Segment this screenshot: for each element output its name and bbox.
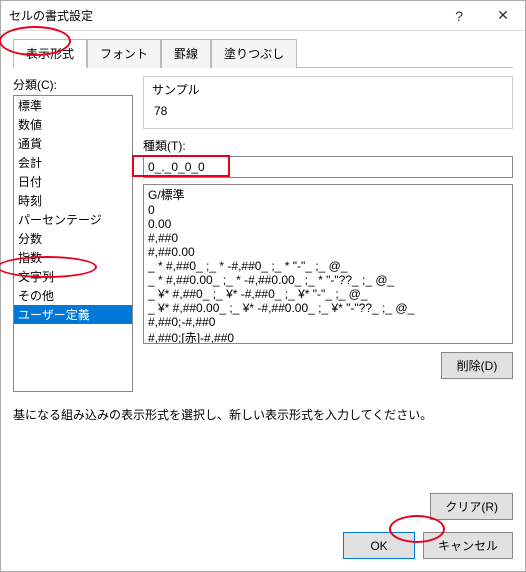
tab-fill[interactable]: 塗りつぶし xyxy=(211,39,297,68)
format-item[interactable]: _ ¥* #,##0.00_ ;_ ¥* -#,##0.00_ ;_ ¥* "-… xyxy=(144,301,512,315)
client-area: 表示形式 フォント 罫線 塗りつぶし 分類(C): 標準数値通貨会計日付時刻パー… xyxy=(1,31,525,571)
format-item[interactable]: #,##0.00 xyxy=(144,245,512,259)
format-item[interactable]: 0.00 xyxy=(144,217,512,231)
titlebar: セルの書式設定 ? ✕ xyxy=(1,1,525,31)
dialog-window: セルの書式設定 ? ✕ 表示形式 フォント 罫線 塗りつぶし 分類(C): 標準… xyxy=(0,0,526,572)
category-item[interactable]: 文字列 xyxy=(14,267,132,286)
category-item[interactable]: 標準 xyxy=(14,96,132,115)
sample-value: 78 xyxy=(152,104,504,118)
clear-row: クリア(R) xyxy=(13,493,513,520)
category-panel: 分類(C): 標準数値通貨会計日付時刻パーセンテージ分数指数文字列その他ユーザー… xyxy=(13,76,133,392)
tab-font[interactable]: フォント xyxy=(87,39,161,68)
help-button[interactable]: ? xyxy=(437,1,481,30)
close-button[interactable]: ✕ xyxy=(481,1,525,30)
category-item[interactable]: 数値 xyxy=(14,115,132,134)
tab-label: 罫線 xyxy=(174,47,198,61)
category-item[interactable]: その他 xyxy=(14,286,132,305)
tab-border[interactable]: 罫線 xyxy=(161,39,211,68)
hint-text: 基になる組み込みの表示形式を選択し、新しい表示形式を入力してください。 xyxy=(13,406,513,423)
format-item[interactable]: _ * #,##0.00_ ;_ * -#,##0.00_ ;_ * "-"??… xyxy=(144,273,512,287)
format-item[interactable]: _ * #,##0_ ;_ * -#,##0_ ;_ * "-"_ ;_ @_ xyxy=(144,259,512,273)
category-item[interactable]: 時刻 xyxy=(14,191,132,210)
category-item[interactable]: 分数 xyxy=(14,229,132,248)
format-item[interactable]: #,##0;-#,##0 xyxy=(144,315,512,329)
category-item[interactable]: ユーザー定義 xyxy=(14,305,132,324)
category-item[interactable]: 日付 xyxy=(14,172,132,191)
category-item[interactable]: 会計 xyxy=(14,153,132,172)
category-item[interactable]: パーセンテージ xyxy=(14,210,132,229)
format-item[interactable]: #,##0 xyxy=(144,231,512,245)
clear-button[interactable]: クリア(R) xyxy=(430,493,513,520)
format-item[interactable]: _ ¥* #,##0_ ;_ ¥* -#,##0_ ;_ ¥* "-"_ ;_ … xyxy=(144,287,512,301)
sample-box: サンプル 78 xyxy=(143,76,513,129)
category-label: 分類(C): xyxy=(13,76,133,93)
category-listbox[interactable]: 標準数値通貨会計日付時刻パーセンテージ分数指数文字列その他ユーザー定義 xyxy=(13,95,133,392)
delete-row: 削除(D) xyxy=(143,352,513,379)
window-title: セルの書式設定 xyxy=(9,7,93,24)
format-listbox[interactable]: G/標準00.00#,##0#,##0.00_ * #,##0_ ;_ * -#… xyxy=(143,184,513,344)
detail-panel: サンプル 78 種類(T): G/標準00.00#,##0#,##0.00_ *… xyxy=(143,76,513,392)
tab-label: フォント xyxy=(100,47,148,61)
tab-label: 表示形式 xyxy=(26,47,74,61)
format-item[interactable]: G/標準 xyxy=(144,186,512,203)
tab-label: 塗りつぶし xyxy=(224,47,284,61)
body-row: 分類(C): 標準数値通貨会計日付時刻パーセンテージ分数指数文字列その他ユーザー… xyxy=(13,76,513,392)
delete-button[interactable]: 削除(D) xyxy=(441,352,513,379)
category-item[interactable]: 通貨 xyxy=(14,134,132,153)
format-item[interactable]: 0 xyxy=(144,203,512,217)
cancel-button[interactable]: キャンセル xyxy=(423,532,513,559)
ok-button[interactable]: OK xyxy=(343,532,415,559)
tab-number-format[interactable]: 表示形式 xyxy=(13,39,87,68)
tab-bar: 表示形式 フォント 罫線 塗りつぶし xyxy=(13,39,513,68)
dialog-buttons: OK キャンセル xyxy=(13,532,513,559)
sample-label: サンプル xyxy=(152,81,504,98)
titlebar-buttons: ? ✕ xyxy=(437,1,525,30)
format-item[interactable]: #,##0;[赤]-#,##0 xyxy=(144,329,512,344)
type-input[interactable] xyxy=(143,156,513,178)
category-item[interactable]: 指数 xyxy=(14,248,132,267)
type-label: 種類(T): xyxy=(143,137,513,154)
